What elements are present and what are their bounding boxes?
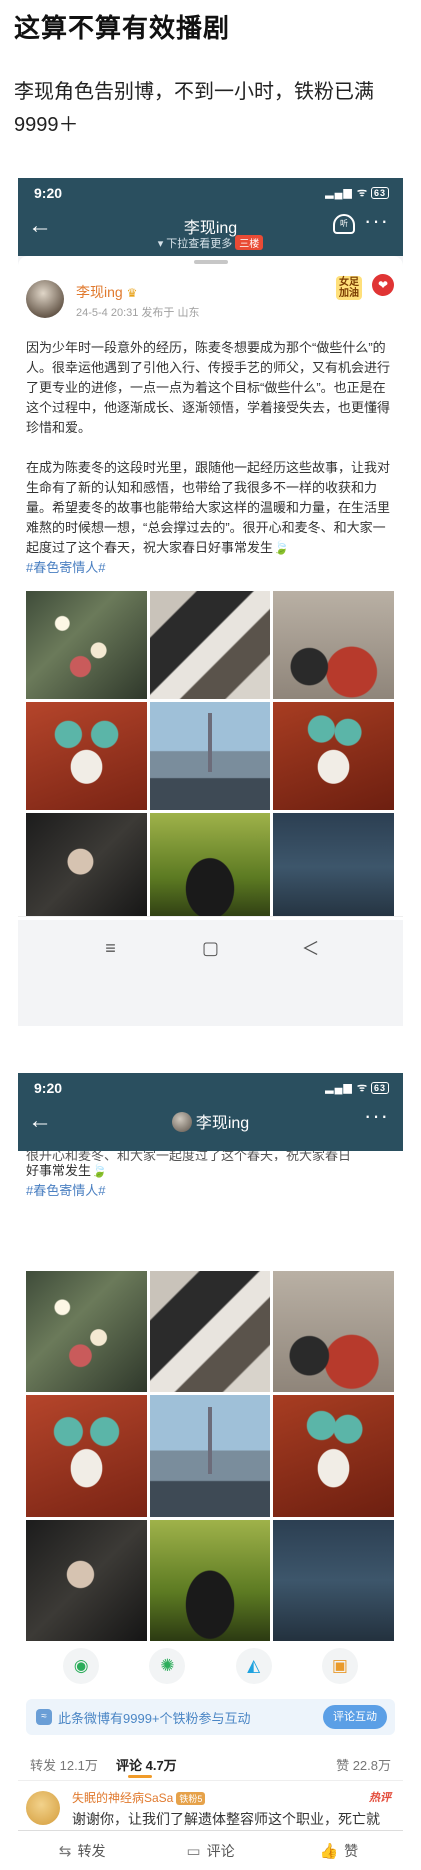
post-body: 因为少年时一段意外的经历，陈麦冬想要成为那个“做些什么”的人。很幸运他遇到了引他… — [26, 338, 394, 578]
action-bar: ⇆转发 ▭评论 👍赞 — [18, 1830, 403, 1870]
moments-icon[interactable]: ✺ — [149, 1648, 186, 1684]
repost-button[interactable]: ⇆ 转发 — [18, 1831, 146, 1870]
comment-icon: ▭ — [186, 1842, 201, 1860]
tab-repost[interactable]: 转发 12.1万 — [30, 1755, 98, 1774]
status-icons: ▂▄▆ ᯤ 63 — [325, 1080, 389, 1095]
status-bar: 9:20 ▂▄▆ ᯤ 63 — [18, 1073, 403, 1101]
pull-down-hint[interactable]: ▾ 下拉查看更多 三楼 — [18, 235, 403, 251]
repost-icon: ⇆ — [58, 1842, 72, 1860]
hashtag-link[interactable]: #春色寄情人# — [26, 1181, 396, 1201]
heart-icon: ❤ — [372, 274, 394, 296]
photo-5[interactable] — [149, 702, 271, 810]
signal-icon: ▂▄▆ ᯤ — [325, 187, 368, 199]
status-bar: 9:20 ▂▄▆ ᯤ 63 — [18, 178, 403, 206]
share-row: ◉ ✺ ◭ ▣ — [18, 1641, 403, 1691]
fans-text: 此条微博有9999+个铁粉参与互动 — [58, 1711, 251, 1726]
hot-comment-badge: 热评 — [369, 1792, 391, 1804]
page-title-text: 李现ing — [195, 1115, 250, 1132]
photo-3[interactable] — [273, 591, 394, 699]
drag-handle[interactable] — [193, 260, 228, 264]
app-bar: 9:20 ▂▄▆ ᯤ 63 ← 李现ing ··· — [18, 1073, 403, 1151]
more-icon[interactable]: ··· — [364, 1103, 389, 1129]
battery-icon: 63 — [370, 187, 389, 199]
author-name[interactable]: 李现ing ♛ — [76, 282, 137, 302]
photo-9[interactable] — [273, 1519, 394, 1641]
status-time: 9:20 — [34, 185, 63, 201]
screenshot-2: 9:20 ▂▄▆ ᯤ 63 ← 李现ing ··· 很开心和麦冬、和大家一起度过了… — [18, 1073, 403, 1870]
paragraph-2: 在成为陈麦冬的这段时光里，跟随他一起经历这些故事，让我对生命有了新的认知和感悟，… — [26, 460, 391, 555]
photo-3[interactable] — [273, 1271, 394, 1393]
qq-icon[interactable]: ◭ — [235, 1648, 272, 1684]
hashtag-link[interactable]: #春色寄情人# — [26, 558, 394, 578]
commenter-avatar[interactable] — [26, 1791, 60, 1825]
status-time: 9:20 — [34, 1080, 63, 1096]
photo-2[interactable] — [149, 591, 271, 699]
photo-6[interactable] — [273, 1395, 394, 1517]
photo-8[interactable] — [149, 813, 271, 921]
wechat-icon[interactable]: ◉ — [63, 1648, 100, 1684]
post-body-tail: 很开心和麦冬、和大家一起度过了这个春天，祝大家春日 好事常发生🍃 #春色寄情人# — [26, 1151, 396, 1201]
active-tab-indicator — [128, 1775, 152, 1778]
like-label: 赞 — [344, 1842, 359, 1859]
author-name-text: 李现ing — [76, 284, 123, 300]
crown-icon: ♛ — [126, 286, 138, 300]
like-icon: 👍 — [319, 1842, 339, 1860]
photo-grid — [26, 1271, 394, 1641]
fans-icon: ≈ — [36, 1709, 52, 1725]
floor-tag: 三楼 — [235, 235, 264, 250]
headset-icon[interactable]: 听 — [333, 214, 355, 234]
post-title: 这算不算有效播剧 — [14, 13, 231, 43]
photo-grid — [26, 591, 394, 921]
menu-nav-icon[interactable]: ≡ — [99, 938, 123, 959]
photo-4[interactable] — [26, 702, 147, 810]
photo-1[interactable] — [26, 591, 147, 699]
photo-5[interactable] — [149, 1395, 271, 1517]
photo-8[interactable] — [149, 1519, 271, 1641]
cut-line: 很开心和麦冬、和大家一起度过了这个春天，祝大家春日 — [26, 1151, 352, 1161]
paragraph-1: 因为少年时一段意外的经历，陈麦冬想要成为那个“做些什么”的人。很幸运他遇到了引他… — [26, 340, 391, 435]
status-icons: ▂▄▆ ᯤ 63 — [325, 185, 389, 200]
page-title: 李现ing — [18, 1109, 403, 1133]
post-detail: 很开心和麦冬、和大家一起度过了这个春天，祝大家春日 好事常发生🍃 #春色寄情人#… — [18, 1151, 403, 1869]
avatar[interactable] — [26, 280, 64, 318]
tab-comments[interactable]: 评论 4.7万 — [116, 1755, 177, 1774]
photo-4[interactable] — [26, 1395, 147, 1517]
signal-icon: ▂▄▆ ᯤ — [325, 1082, 368, 1094]
fans-interaction-banner: ≈ 此条微博有9999+个铁粉参与互动 评论互动 — [26, 1699, 395, 1735]
commenter-name[interactable]: 失眠的神经病SaSa 铁粉5 — [72, 1789, 206, 1806]
post-text: 李现角色告别博，不到一小时，铁粉已满9999＋ — [14, 81, 374, 136]
comment-label: 评论 — [206, 1842, 235, 1859]
back-nav-icon[interactable]: ＜ — [299, 935, 323, 961]
badge-text: 女足 加油 — [336, 276, 362, 300]
app-bar: 9:20 ▂▄▆ ᯤ 63 ← 李现ing ▾ 下拉查看更多 三楼 听 ··· — [18, 178, 403, 256]
photo-9[interactable] — [273, 813, 394, 921]
photo-7[interactable] — [26, 1519, 147, 1641]
post-sheet: 李现ing ♛ 24-5-4 20:31 发布于 山东 女足 加油 ❤ 因为少年… — [18, 256, 403, 952]
like-button[interactable]: 👍赞 — [275, 1831, 403, 1870]
pull-down-label: ▾ 下拉查看更多 — [157, 238, 233, 250]
tab-likes[interactable]: 赞 22.8万 — [336, 1755, 391, 1774]
author-row: 李现ing ♛ 24-5-4 20:31 发布于 山东 女足 加油 ❤ — [26, 274, 396, 328]
cut-line-2: 好事常发生🍃 — [26, 1163, 108, 1178]
commenter-name-text: 失眠的神经病SaSa — [72, 1791, 174, 1805]
badge-sticker: 女足 加油 ❤ — [332, 274, 396, 308]
repost-label: 转发 — [77, 1842, 106, 1859]
post-meta: 24-5-4 20:31 发布于 山东 — [76, 307, 200, 319]
fan-level-badge: 铁粉5 — [176, 1792, 206, 1805]
home-nav-icon[interactable]: ▢ — [199, 938, 223, 959]
photo-2[interactable] — [149, 1271, 271, 1393]
screenshot-1: 9:20 ▂▄▆ ᯤ 63 ← 李现ing ▾ 下拉查看更多 三楼 听 ··· 李现… — [18, 178, 403, 1026]
photo-6[interactable] — [273, 702, 394, 810]
avatar — [171, 1112, 192, 1132]
comment-button[interactable]: ▭ 评论 — [146, 1831, 274, 1870]
album-icon[interactable]: ▣ — [321, 1648, 358, 1684]
photo-1[interactable] — [26, 1271, 147, 1393]
more-icon[interactable]: ··· — [364, 208, 389, 234]
stats-tabs: 转发 12.1万 评论 4.7万 赞 22.8万 — [18, 1747, 403, 1781]
battery-icon: 63 — [370, 1082, 389, 1094]
photo-7[interactable] — [26, 813, 147, 921]
comment-interact-button[interactable]: 评论互动 — [323, 1705, 387, 1729]
system-nav-bar: ≡ ▢ ＜ — [18, 920, 403, 976]
